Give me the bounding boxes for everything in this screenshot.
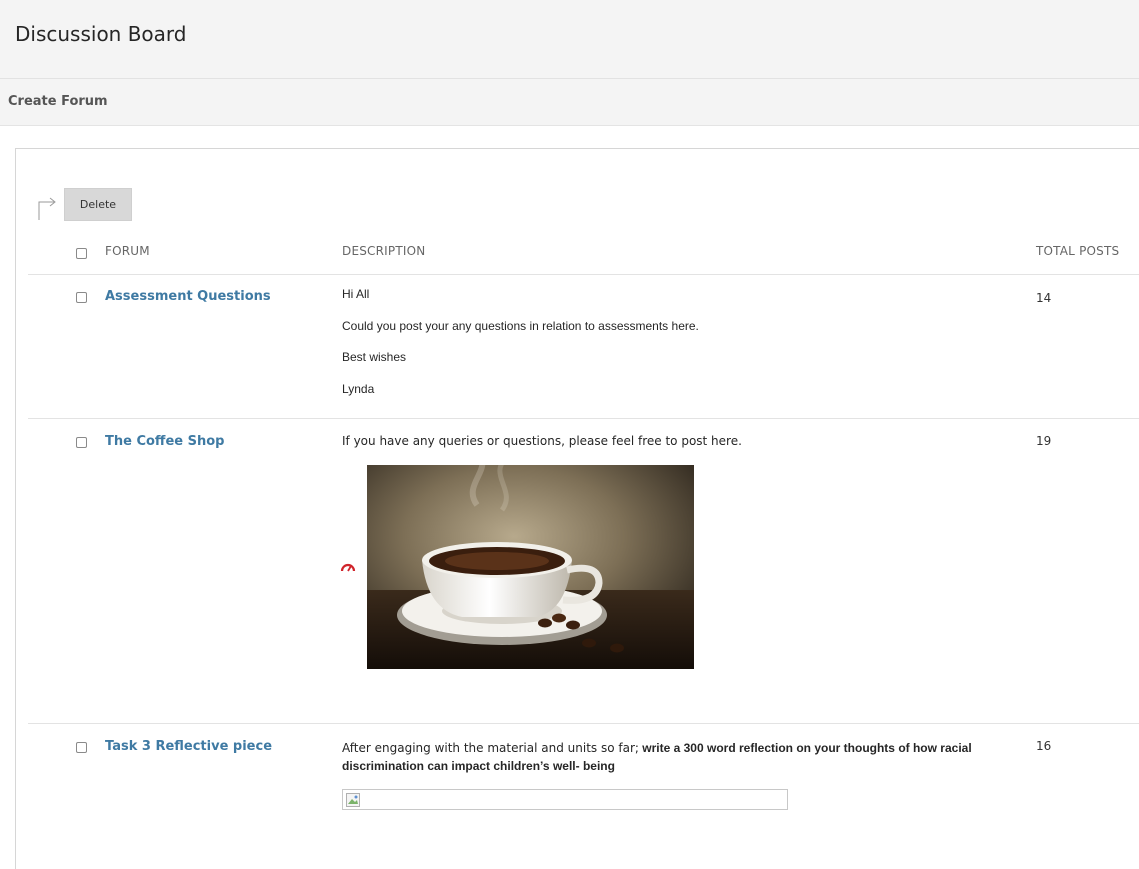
total-posts-count: 14 (1036, 291, 1052, 305)
delete-button[interactable]: Delete (64, 188, 132, 221)
row-checkbox[interactable] (76, 437, 87, 448)
row-divider (28, 723, 1139, 724)
forum-description-line: Hi All (342, 287, 370, 301)
create-forum-button[interactable]: Create Forum (8, 94, 108, 109)
column-header-description[interactable]: DESCRIPTION (342, 244, 425, 258)
forum-link-assessment-questions[interactable]: Assessment Questions (105, 289, 271, 304)
forum-description-line: Could you post your any questions in rel… (342, 319, 699, 333)
total-posts-count: 16 (1036, 739, 1052, 753)
coffee-cup-image (367, 465, 694, 669)
column-header-forum[interactable]: FORUM (105, 244, 150, 258)
gauge-icon (340, 563, 356, 572)
broken-image (342, 789, 788, 810)
forum-description: After engaging with the material and uni… (342, 739, 1032, 775)
select-all-checkbox[interactable] (76, 248, 87, 259)
select-arrow-icon (38, 197, 56, 220)
forum-link-task-3-reflective-piece[interactable]: Task 3 Reflective piece (105, 739, 272, 754)
row-divider (28, 418, 1139, 419)
row-checkbox[interactable] (76, 292, 87, 303)
description-lead-text: After engaging with the material and uni… (342, 741, 639, 755)
page-title: Discussion Board (15, 22, 187, 46)
forum-link-the-coffee-shop[interactable]: The Coffee Shop (105, 434, 224, 449)
forum-description-line: If you have any queries or questions, pl… (342, 434, 742, 448)
row-checkbox[interactable] (76, 742, 87, 753)
total-posts-count: 19 (1036, 434, 1052, 448)
column-header-total-posts[interactable]: TOTAL POSTS (1036, 244, 1119, 258)
page-header: Discussion Board (0, 0, 1139, 79)
forum-description-line: Best wishes (342, 350, 407, 364)
action-bar: Create Forum (0, 79, 1139, 126)
forum-description-line: Lynda (342, 382, 375, 396)
broken-image-icon (346, 793, 360, 807)
row-divider (28, 274, 1139, 275)
